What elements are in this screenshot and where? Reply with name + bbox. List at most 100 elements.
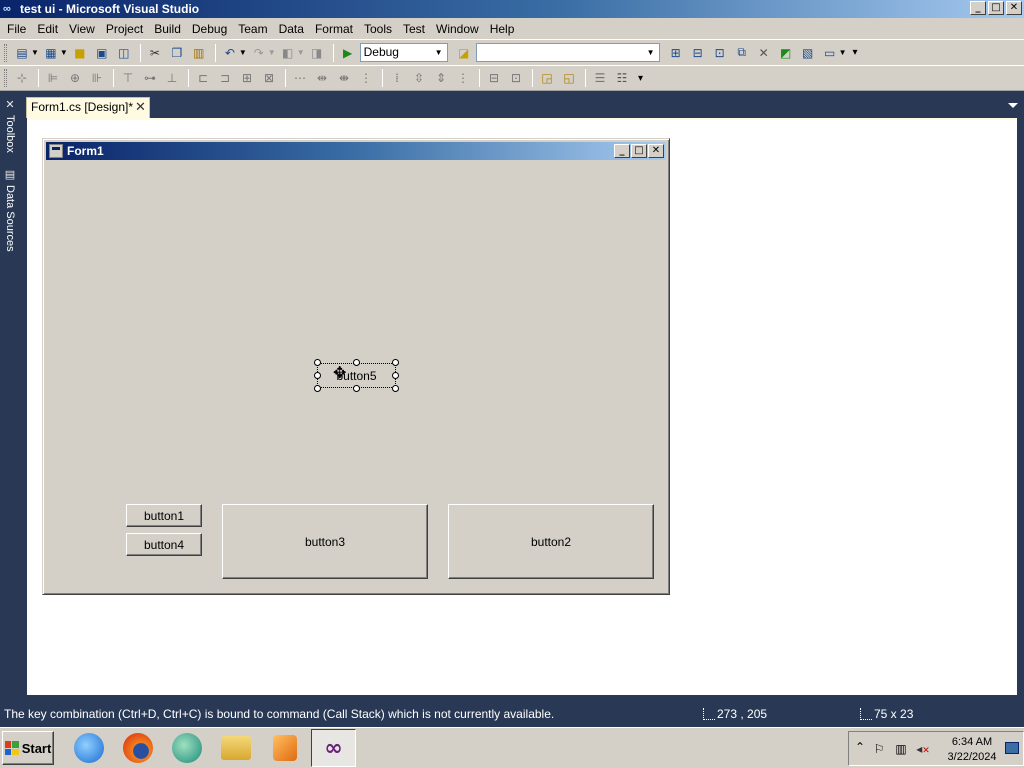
send-to-back-icon[interactable]: ◱ — [559, 68, 579, 88]
toolbar-grip[interactable] — [4, 69, 7, 87]
toolbox-icon[interactable]: ✕ — [754, 43, 774, 63]
show-desktop-icon[interactable] — [1005, 742, 1019, 754]
menu-help[interactable]: Help — [486, 19, 519, 39]
network-icon[interactable]: ▥ — [893, 742, 909, 756]
solution-configuration-select[interactable]: Debug ▼ — [359, 43, 448, 62]
close-tab-icon[interactable]: ✕ — [135, 98, 146, 117]
align-middles-icon[interactable]: ⊶ — [140, 68, 160, 88]
resize-handle-left[interactable] — [314, 372, 321, 379]
menu-team[interactable]: Team — [234, 19, 271, 39]
menu-project[interactable]: Project — [102, 19, 147, 39]
menu-format[interactable]: Format — [311, 19, 357, 39]
menu-window[interactable]: Window — [432, 19, 483, 39]
command-window-dropdown-icon[interactable]: ▼ — [839, 48, 847, 57]
center-horizontally-icon[interactable]: ⊟ — [484, 68, 504, 88]
toolbar-overflow-icon[interactable]: ▾ — [853, 47, 858, 58]
command-window-icon[interactable]: ▭ — [820, 43, 840, 63]
align-to-grid-icon[interactable]: ⊹ — [12, 68, 32, 88]
vertical-spacing-increase-icon[interactable]: ⇳ — [409, 68, 429, 88]
menu-view[interactable]: View — [65, 19, 99, 39]
cut-icon[interactable]: ✂ — [145, 43, 165, 63]
paste-icon[interactable]: ▥ — [189, 43, 209, 63]
make-same-height-icon[interactable]: ⊐ — [215, 68, 235, 88]
resize-handle-bottom-right[interactable] — [392, 385, 399, 392]
lock-controls-icon[interactable]: ☷ — [612, 68, 632, 88]
horizontal-spacing-decrease-icon[interactable]: ⇼ — [334, 68, 354, 88]
new-project-dropdown-icon[interactable]: ▼ — [31, 48, 39, 57]
redo-icon[interactable]: ↷ — [249, 43, 269, 63]
resize-handle-bottom[interactable] — [353, 385, 360, 392]
toolbox-tab[interactable]: ✕ Toolbox — [0, 98, 20, 153]
horizontal-spacing-remove-icon[interactable]: ⋮ — [356, 68, 376, 88]
save-all-icon[interactable]: ◫ — [114, 43, 134, 63]
size-to-grid-icon[interactable]: ⊠ — [259, 68, 279, 88]
menu-test[interactable]: Test — [399, 19, 429, 39]
undo-dropdown-icon[interactable]: ▼ — [239, 48, 247, 57]
tab-form1-design[interactable]: Form1.cs [Design]* ✕ — [26, 97, 150, 118]
resize-handle-top-left[interactable] — [314, 359, 321, 366]
button1-control[interactable]: button1 — [126, 504, 202, 527]
align-rights-icon[interactable]: ⊪ — [87, 68, 107, 88]
align-tops-icon[interactable]: ⊤ — [118, 68, 138, 88]
open-file-icon[interactable]: ■ — [70, 43, 90, 63]
new-project-icon[interactable]: ▤ — [12, 43, 32, 63]
menu-file[interactable]: File — [3, 19, 30, 39]
tab-list-dropdown-icon[interactable] — [1008, 103, 1018, 108]
center-vertically-icon[interactable]: ⊡ — [506, 68, 526, 88]
make-same-width-icon[interactable]: ⊏ — [193, 68, 213, 88]
taskbar-file-explorer[interactable] — [213, 729, 258, 767]
start-debugging-icon[interactable]: ▶ — [338, 43, 358, 63]
redo-dropdown-icon[interactable]: ▼ — [268, 48, 276, 57]
add-item-dropdown-icon[interactable]: ▼ — [60, 48, 68, 57]
button3-control[interactable]: button3 — [222, 504, 428, 579]
close-button[interactable]: ✕ — [1006, 1, 1022, 15]
toolbar-overflow-icon[interactable]: ▾ — [638, 73, 643, 84]
action-center-flag-icon[interactable]: ⚐ — [871, 742, 887, 756]
align-bottoms-icon[interactable]: ⊥ — [162, 68, 182, 88]
taskbar-internet-explorer[interactable] — [66, 729, 111, 767]
align-lefts-icon[interactable]: ⊫ — [43, 68, 63, 88]
resize-handle-right[interactable] — [392, 372, 399, 379]
menu-build[interactable]: Build — [150, 19, 185, 39]
start-button[interactable]: Start — [2, 731, 54, 765]
vertical-spacing-remove-icon[interactable]: ⋮ — [453, 68, 473, 88]
vertical-spacing-decrease-icon[interactable]: ⇕ — [431, 68, 451, 88]
resize-handle-top-right[interactable] — [392, 359, 399, 366]
object-browser-icon[interactable]: ⊡ — [710, 43, 730, 63]
menu-edit[interactable]: Edit — [33, 19, 62, 39]
solution-explorer-icon[interactable]: ⊞ — [666, 43, 686, 63]
menu-data[interactable]: Data — [275, 19, 308, 39]
add-item-icon[interactable]: ▦ — [41, 43, 61, 63]
taskbar-media-player[interactable] — [262, 729, 307, 767]
class-view-icon[interactable]: ⧉ — [732, 43, 752, 63]
align-centers-icon[interactable]: ⊕ — [65, 68, 85, 88]
save-icon[interactable]: ▣ — [92, 43, 112, 63]
clock[interactable]: 6:34 AM 3/22/2024 — [941, 735, 1003, 765]
resize-handle-bottom-left[interactable] — [314, 385, 321, 392]
show-hidden-icons-icon[interactable]: ⌃ — [855, 740, 865, 754]
restore-button[interactable]: □ — [988, 1, 1004, 15]
taskbar-visual-studio[interactable]: ∞ — [311, 729, 356, 767]
horizontal-spacing-increase-icon[interactable]: ⇹ — [312, 68, 332, 88]
bring-to-front-icon[interactable]: ◲ — [537, 68, 557, 88]
extension-manager-icon[interactable]: ▧ — [798, 43, 818, 63]
properties-icon[interactable]: ⊟ — [688, 43, 708, 63]
find-in-files-icon[interactable]: ◪ — [454, 43, 474, 63]
taskbar-browser[interactable] — [164, 729, 209, 767]
minimize-button[interactable]: _ — [970, 1, 986, 15]
taskbar-firefox[interactable] — [115, 729, 160, 767]
navigate-forward-icon[interactable]: ◨ — [307, 43, 327, 63]
horizontal-spacing-equal-icon[interactable]: ⋯ — [290, 68, 310, 88]
start-page-icon[interactable]: ◩ — [776, 43, 796, 63]
undo-icon[interactable]: ↶ — [220, 43, 240, 63]
copy-icon[interactable]: ❐ — [167, 43, 187, 63]
button4-control[interactable]: button4 — [126, 533, 202, 556]
button2-control[interactable]: button2 — [448, 504, 654, 579]
menu-tools[interactable]: Tools — [360, 19, 396, 39]
volume-muted-icon[interactable]: ◂✕ — [915, 742, 931, 756]
toolbar-grip[interactable] — [4, 43, 7, 62]
navigate-backward-icon[interactable]: ◧ — [278, 43, 298, 63]
tab-order-icon[interactable]: ☰ — [590, 68, 610, 88]
vertical-spacing-equal-icon[interactable]: ⁞ — [387, 68, 407, 88]
menu-debug[interactable]: Debug — [188, 19, 231, 39]
